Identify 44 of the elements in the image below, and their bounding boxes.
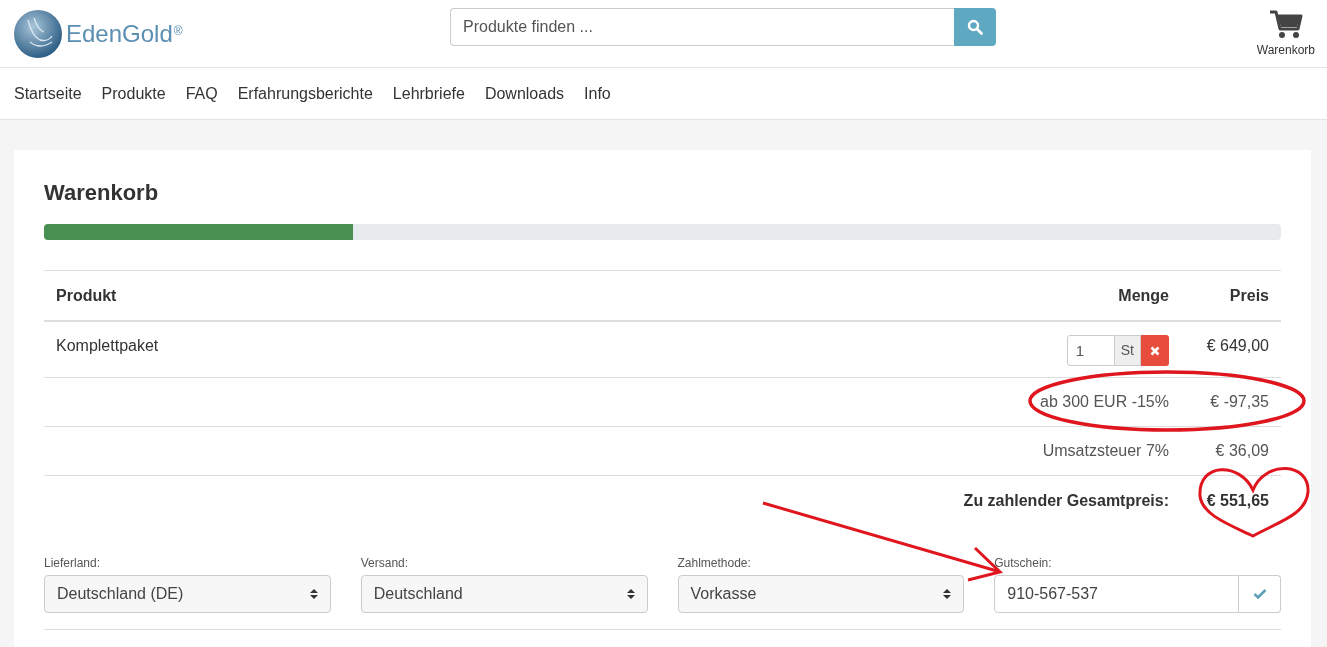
nav-link[interactable]: Produkte (101, 84, 166, 103)
field-label: Gutschein: (994, 556, 1053, 570)
apply-button[interactable] (1239, 575, 1281, 613)
select-field[interactable]: Deutschland (360, 575, 648, 613)
nav-link[interactable]: Downloads (484, 84, 565, 103)
nav-link[interactable]: Lehrbriefe (392, 84, 465, 103)
summary-label: Umsatzsteuer 7% (1041, 442, 1169, 460)
quantity-field[interactable]: 1 (1066, 335, 1115, 366)
summary-amount: € 551,65 (1205, 492, 1269, 510)
sort-caret-icon (626, 588, 635, 600)
nav-link[interactable]: FAQ (185, 84, 218, 103)
field-label: Versand: (360, 556, 410, 570)
search-field[interactable]: Produkte finden ... (450, 7, 954, 46)
nav-link[interactable]: Erfahrungsberichte (237, 84, 373, 103)
sort-caret-icon (943, 588, 952, 600)
column-header: Menge (1117, 286, 1169, 305)
search-icon (967, 18, 983, 35)
registered-mark: ® (173, 23, 183, 38)
logo-text[interactable]: EdenGold (66, 19, 173, 48)
logo-icon (14, 9, 62, 58)
cart-title: Warenkorb (44, 180, 160, 207)
column-header: Produkt (56, 286, 118, 305)
summary-label: ab 300 EUR -15% (1039, 393, 1169, 411)
voucher-field[interactable]: 910-567-537 (994, 575, 1239, 613)
field-label: Zahlmethode: (677, 556, 752, 570)
cart-icon[interactable] (1268, 8, 1303, 39)
close-icon (1150, 345, 1160, 356)
cart-link[interactable]: Warenkorb (1256, 42, 1315, 57)
select-field[interactable]: Vorkasse (677, 575, 965, 613)
summary-amount: € 36,09 (1214, 442, 1269, 460)
nav-link[interactable]: Startseite (14, 84, 82, 103)
remove-button[interactable] (1141, 335, 1169, 366)
select-field[interactable]: Deutschland (DE) (44, 575, 331, 613)
checkmark-icon (1252, 588, 1267, 600)
search-button[interactable] (954, 7, 996, 46)
summary-amount: € -97,35 (1209, 393, 1269, 411)
field-label: Lieferland: (44, 556, 102, 570)
summary-label: Zu zahlender Gesamtpreis: (962, 492, 1169, 510)
sort-caret-icon (309, 588, 318, 600)
price-cell-text: € 649,00 (1205, 337, 1269, 356)
product-name: Komplettpaket (56, 337, 160, 356)
nav-link[interactable]: Info (584, 84, 611, 103)
column-header: Preis (1228, 286, 1269, 305)
unit-label: St (1114, 335, 1141, 366)
